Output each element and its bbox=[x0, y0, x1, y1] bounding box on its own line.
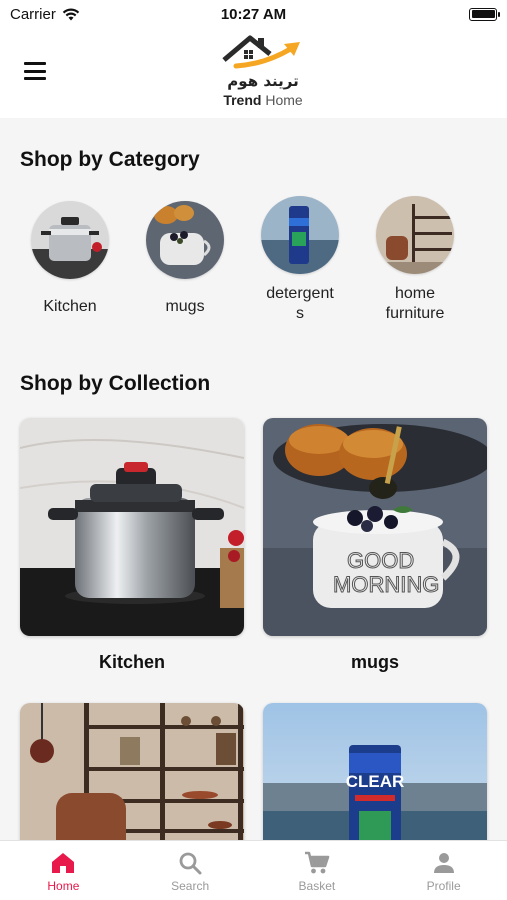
category-label: detergent s bbox=[266, 285, 334, 322]
category-label: home furniture bbox=[385, 285, 445, 322]
brand-logo: تريند هوم Trend Home bbox=[218, 30, 308, 112]
cart-icon bbox=[304, 851, 330, 874]
product-brand-text: CLEAR bbox=[346, 772, 405, 791]
home-icon bbox=[52, 853, 75, 873]
home-content[interactable]: Shop by Category Kitchen mugs detergent … bbox=[0, 118, 507, 840]
house-logo-icon bbox=[222, 35, 300, 69]
mug-text-line1: GOOD bbox=[347, 548, 414, 573]
tab-home[interactable]: Home bbox=[0, 841, 127, 900]
category-detergents[interactable]: detergent s bbox=[245, 196, 355, 324]
category-label: Kitchen bbox=[43, 298, 97, 315]
status-time: 10:27 AM bbox=[220, 5, 287, 23]
tab-search[interactable]: Search bbox=[127, 841, 254, 900]
battery-icon bbox=[469, 7, 500, 21]
logo-english-text: Trend Home bbox=[223, 92, 303, 108]
collection-label: mugs bbox=[350, 652, 399, 672]
logo-arabic-text: تريند هوم bbox=[227, 72, 299, 90]
person-icon bbox=[433, 853, 454, 873]
shop-by-category-title: Shop by Category bbox=[20, 148, 200, 171]
hamburger-menu-button[interactable] bbox=[24, 62, 46, 80]
tab-label: Home bbox=[47, 879, 80, 893]
status-bar: Carrier 10:27 AM bbox=[0, 0, 507, 28]
collection-detergents[interactable]: CLEAR bbox=[263, 703, 487, 840]
category-mugs-image bbox=[146, 201, 224, 279]
category-kitchen-image bbox=[31, 201, 109, 279]
app-header: تريند هوم Trend Home bbox=[0, 28, 507, 118]
collection-label: Kitchen bbox=[98, 652, 165, 672]
collection-detergents-image: CLEAR bbox=[263, 703, 487, 840]
category-detergents-image bbox=[261, 196, 339, 274]
bottom-tab-bar: Home Search Basket Profile bbox=[0, 840, 507, 900]
category-label: mugs bbox=[165, 298, 205, 315]
collection-home-furniture[interactable] bbox=[20, 703, 244, 840]
category-home-furniture-image bbox=[376, 196, 454, 274]
collection-home-furniture-image bbox=[20, 703, 244, 840]
mug-text-line2: MORNING bbox=[333, 572, 439, 597]
status-left: Carrier bbox=[10, 6, 180, 23]
tab-label: Search bbox=[171, 879, 210, 893]
search-icon bbox=[179, 852, 202, 875]
collection-kitchen-image bbox=[20, 418, 244, 636]
wifi-icon bbox=[62, 8, 80, 20]
category-home-furniture[interactable]: home furniture bbox=[360, 196, 470, 324]
tab-basket[interactable]: Basket bbox=[254, 841, 381, 900]
collection-mugs-image: GOOD MORNING bbox=[263, 418, 487, 636]
collection-kitchen[interactable]: Kitchen bbox=[20, 418, 244, 673]
shop-by-collection-title: Shop by Collection bbox=[20, 372, 211, 395]
carrier-label: Carrier bbox=[10, 5, 56, 23]
collection-mugs[interactable]: GOOD MORNING mugs bbox=[263, 418, 487, 673]
tab-label: Profile bbox=[426, 879, 461, 893]
category-mugs[interactable]: mugs bbox=[130, 201, 240, 317]
tab-label: Basket bbox=[298, 879, 336, 893]
category-kitchen[interactable]: Kitchen bbox=[15, 201, 125, 317]
tab-profile[interactable]: Profile bbox=[380, 841, 507, 900]
